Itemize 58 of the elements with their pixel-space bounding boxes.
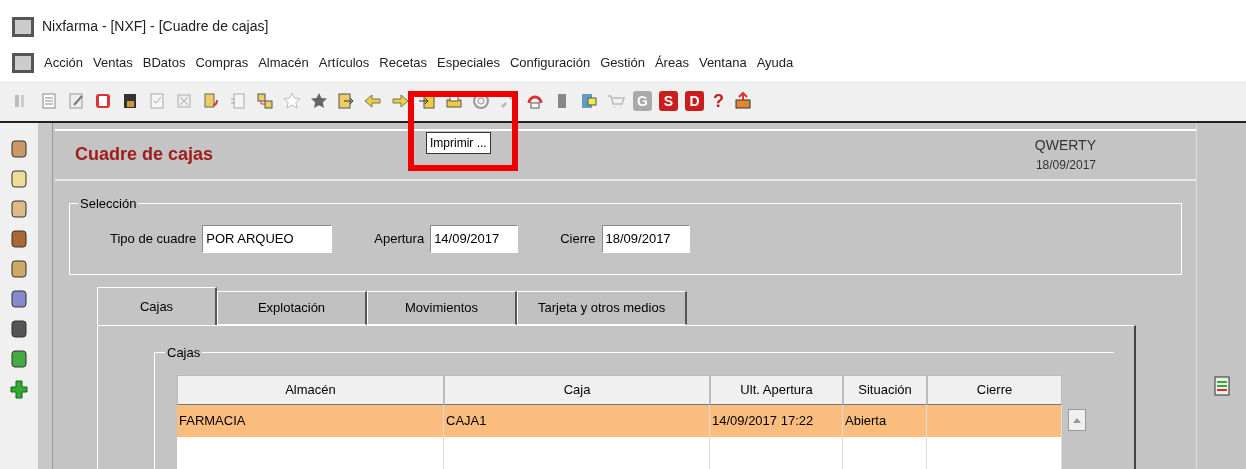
app-icon [12, 16, 34, 37]
table-cell-text: CAJA1 [446, 412, 487, 431]
field-label: Tipo de cuadre [110, 230, 197, 248]
table-cell-text: 14/09/2017 17:22 [712, 412, 814, 431]
header-date: 18/09/2017 [1035, 157, 1096, 175]
plus-icon[interactable] [10, 379, 28, 399]
menu-item[interactable]: Ventana [698, 53, 747, 73]
window-title: Nixfarma - [NXF] - [Cuadre de cajas] [42, 17, 269, 36]
menu-item[interactable]: Ayuda [756, 53, 794, 73]
checklist-icon[interactable] [147, 91, 167, 111]
page-title: Cuadre de cajas [75, 143, 214, 167]
tooltip: Imprimir ... [426, 132, 491, 154]
help-button[interactable]: ? [711, 87, 726, 115]
table-cell-text: Abierta [845, 412, 887, 431]
tab[interactable]: Explotación [217, 291, 367, 325]
menu-item[interactable]: Configuración [509, 53, 591, 73]
letter-button[interactable]: S [659, 91, 678, 111]
column-header[interactable]: Cierre [927, 375, 1062, 405]
caret-up-icon [1073, 417, 1081, 423]
double-box-icon[interactable] [93, 91, 113, 111]
screen-check-icon[interactable] [579, 91, 599, 111]
field-label: Apertura [374, 230, 425, 248]
app-icon [12, 53, 34, 73]
menu-item[interactable]: Especiales [437, 53, 500, 73]
pencil-document-icon[interactable] [66, 91, 86, 111]
upload-box-icon[interactable] [733, 91, 753, 111]
table-cell-text: FARMACIA [179, 412, 246, 431]
menu-item[interactable]: Ventas [93, 53, 133, 73]
document-arrow-right-icon[interactable] [336, 91, 356, 111]
linked-documents-icon[interactable] [255, 91, 275, 111]
star-outline-icon[interactable] [282, 91, 302, 111]
tab[interactable]: Tarjeta y otros medios [517, 291, 688, 325]
text-field[interactable]: 18/09/2017 [601, 224, 690, 253]
menu-item[interactable]: Almacén [258, 53, 309, 73]
menu-item[interactable]: Acción [44, 53, 84, 73]
tab[interactable]: Cajas [97, 287, 217, 325]
menu-item[interactable]: BDatos [142, 53, 186, 73]
menu-item[interactable]: Áreas [654, 53, 689, 73]
menu-item[interactable]: Compras [195, 53, 249, 73]
menu-item[interactable]: Recetas [379, 53, 428, 73]
column-header[interactable]: Almacén [177, 375, 444, 405]
column-header[interactable]: Ult. Apertura [710, 375, 843, 405]
field-label: Cierre [560, 230, 596, 248]
document-arrow-icon[interactable] [201, 91, 221, 111]
text-field[interactable]: 14/09/2017 [430, 224, 519, 253]
tab[interactable]: Movimientos [367, 291, 517, 325]
text-field[interactable]: POR ARQUEO [202, 224, 333, 253]
menu-item[interactable]: Artículos [318, 53, 370, 73]
star-icon[interactable] [309, 91, 329, 111]
scroll-up-button[interactable] [1068, 409, 1086, 431]
menu-item[interactable]: Gestión [600, 53, 645, 73]
table-row[interactable]: FARMACIA CAJA1 14/09/2017 17:22 Abierta [177, 405, 1062, 437]
column-header[interactable]: Situación [843, 375, 927, 405]
arrow-left-icon[interactable] [363, 91, 383, 111]
user-name: QWERTY [1034, 136, 1096, 156]
arrow-right-icon[interactable] [390, 91, 410, 111]
column-header[interactable]: Caja [444, 375, 710, 405]
letter-button[interactable]: D [685, 91, 704, 111]
